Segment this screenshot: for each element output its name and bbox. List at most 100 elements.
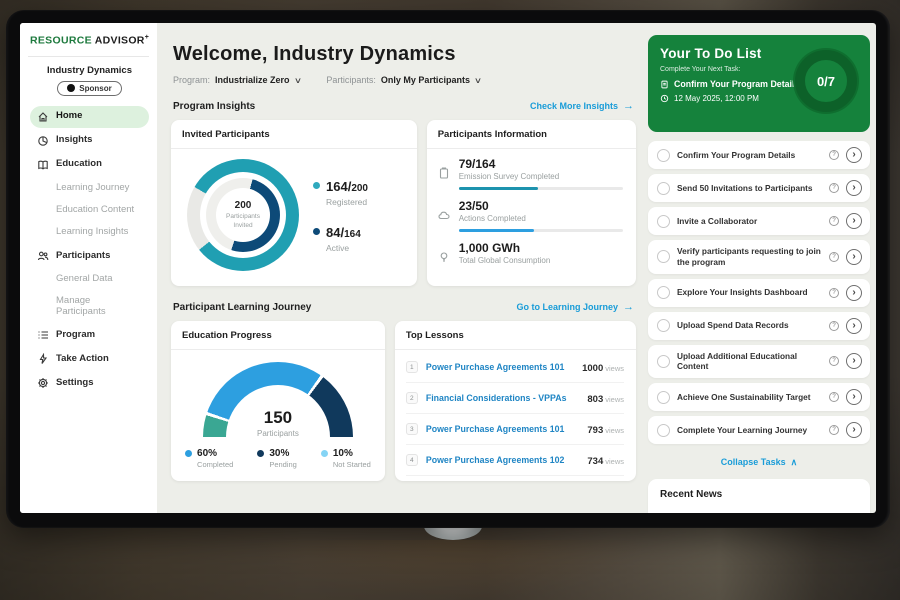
program-filter[interactable]: Program: Industrialize Zero ∨	[173, 75, 300, 85]
task-row-explore-insights[interactable]: Explore Your Insights Dashboard ? ›	[648, 279, 870, 307]
sidebar-item-general-data[interactable]: General Data	[30, 269, 149, 289]
gauge-legend: 60%Completed 30%Pending 10%Not Started	[185, 448, 371, 469]
lesson-views: 734	[587, 456, 603, 467]
todo-progress-ring: 0/7	[795, 50, 857, 112]
participants-filter[interactable]: Participants: Only My Participants ∨	[326, 75, 480, 85]
chevron-right-button[interactable]: ›	[846, 213, 862, 229]
help-icon[interactable]: ?	[829, 252, 839, 262]
chevron-right-button[interactable]: ›	[846, 180, 862, 196]
help-icon[interactable]: ?	[829, 321, 839, 331]
sidebar-item-participants[interactable]: Participants	[30, 245, 149, 267]
task-row-verify-participants[interactable]: Verify participants requesting to join t…	[648, 240, 870, 274]
chevron-right-button[interactable]: ›	[846, 285, 862, 301]
chevron-right-button[interactable]: ›	[846, 353, 862, 369]
legend-registered: 164/200 Registered	[313, 178, 368, 207]
sidebar-item-insights[interactable]: Insights	[30, 130, 149, 152]
top-lessons-card: Top Lessons 1 Power Purchase Agreements …	[395, 321, 636, 481]
sidebar-item-label: Settings	[56, 378, 93, 388]
checkbox-icon[interactable]	[657, 355, 670, 368]
sidebar-item-settings[interactable]: Settings	[30, 372, 149, 394]
desk-glow	[250, 540, 650, 600]
brand-logo: RESOURCE ADVISOR+	[30, 34, 149, 47]
help-icon[interactable]: ?	[829, 288, 839, 298]
chevron-up-icon: ∧	[791, 457, 798, 468]
help-icon[interactable]: ?	[829, 216, 839, 226]
help-icon[interactable]: ?	[829, 150, 839, 160]
progress-bar	[459, 229, 623, 232]
help-icon[interactable]: ?	[829, 356, 839, 366]
sidebar-item-label: Manage Participants	[56, 296, 142, 317]
lesson-link[interactable]: Power Purchase Agreements 101	[426, 424, 580, 434]
go-to-learning-journey-link[interactable]: Go to Learning Journey →	[516, 301, 634, 313]
sponsor-icon	[67, 84, 75, 92]
checkbox-icon[interactable]	[657, 319, 670, 332]
link-label: Collapse Tasks	[721, 457, 786, 467]
views-suffix: views	[605, 395, 624, 404]
todo-header-card: Your To Do List Complete Your Next Task:…	[648, 35, 870, 132]
card-title: Education Progress	[171, 321, 385, 350]
monitor-bezel: RESOURCE ADVISOR+ Industry Dynamics Spon…	[6, 10, 890, 528]
recent-news-card: Recent News	[648, 479, 870, 513]
stat-value: 23/50	[459, 199, 623, 213]
gauge-center-value: 150	[203, 408, 353, 428]
legend-label: Registered	[326, 197, 368, 207]
legend-total: 164	[344, 229, 361, 240]
checkbox-icon[interactable]	[657, 182, 670, 195]
arrow-right-icon: →	[623, 100, 634, 112]
sidebar-item-education-content[interactable]: Education Content	[30, 200, 149, 220]
legend-dot	[185, 450, 192, 457]
sidebar-item-program[interactable]: Program	[30, 324, 149, 346]
sidebar-item-label: Learning Journey	[56, 183, 129, 193]
sidebar-item-label: Home	[56, 111, 82, 121]
legend-dot	[321, 450, 328, 457]
recent-news-title: Recent News	[660, 489, 858, 500]
sidebar-item-learning-insights[interactable]: Learning Insights	[30, 222, 149, 242]
legend-dot	[313, 182, 320, 189]
sidebar-item-label: Education	[56, 159, 102, 169]
lesson-link[interactable]: Power Purchase Agreements 102	[426, 455, 580, 465]
lesson-row: 4 Power Purchase Agreements 102 734views	[406, 445, 624, 476]
participants-information-card: Participants Information 79/164 Emission…	[427, 120, 636, 286]
task-row-upload-spend-data[interactable]: Upload Spend Data Records ? ›	[648, 312, 870, 340]
chevron-right-button[interactable]: ›	[846, 249, 862, 265]
help-icon[interactable]: ?	[829, 425, 839, 435]
lesson-views: 793	[587, 425, 603, 436]
task-row-upload-educational-content[interactable]: Upload Additional Educational Content ? …	[648, 345, 870, 379]
sidebar-item-label: Insights	[56, 135, 92, 145]
chevron-right-button[interactable]: ›	[846, 318, 862, 334]
lesson-row: 3 Power Purchase Agreements 101 793views	[406, 414, 624, 445]
action-icon	[37, 353, 49, 365]
task-row-complete-learning-journey[interactable]: Complete Your Learning Journey ? ›	[648, 416, 870, 444]
task-row-send-invitations[interactable]: Send 50 Invitations to Participants ? ›	[648, 174, 870, 202]
help-icon[interactable]: ?	[829, 183, 839, 193]
task-row-achieve-target[interactable]: Achieve One Sustainability Target ? ›	[648, 383, 870, 411]
check-more-insights-link[interactable]: Check More Insights →	[530, 100, 634, 112]
sidebar-item-learning-journey[interactable]: Learning Journey	[30, 178, 149, 198]
help-icon[interactable]: ?	[829, 392, 839, 402]
stat-actions-completed: 23/50 Actions Completed	[438, 199, 623, 232]
checkbox-icon[interactable]	[657, 391, 670, 404]
checkbox-icon[interactable]	[657, 424, 670, 437]
education-gauge-chart: 150 Participants	[203, 362, 353, 438]
checkbox-icon[interactable]	[657, 149, 670, 162]
chevron-right-button[interactable]: ›	[846, 422, 862, 438]
chevron-right-button[interactable]: ›	[846, 147, 862, 163]
legend-label: Pending	[269, 460, 297, 469]
checkbox-icon[interactable]	[657, 215, 670, 228]
main-content: Welcome, Industry Dynamics Program: Indu…	[157, 23, 648, 513]
sidebar-item-education[interactable]: Education	[30, 154, 149, 176]
task-row-confirm-program[interactable]: Confirm Your Program Details ? ›	[648, 141, 870, 169]
chevron-right-button[interactable]: ›	[846, 389, 862, 405]
checkbox-icon[interactable]	[657, 286, 670, 299]
checkbox-icon[interactable]	[657, 250, 670, 263]
sidebar-item-label: Learning Insights	[56, 227, 128, 237]
sidebar-item-take-action[interactable]: Take Action	[30, 348, 149, 370]
lesson-link[interactable]: Financial Considerations - VPPAs	[426, 393, 580, 403]
lesson-link[interactable]: Power Purchase Agreements 101	[426, 362, 574, 372]
sidebar-item-manage-participants[interactable]: Manage Participants	[30, 291, 149, 322]
task-row-invite-collaborator[interactable]: Invite a Collaborator ? ›	[648, 207, 870, 235]
collapse-tasks-link[interactable]: Collapse Tasks ∧	[721, 457, 797, 468]
sidebar-item-home[interactable]: Home	[30, 106, 149, 128]
sponsor-badge[interactable]: Sponsor	[57, 81, 121, 96]
gear-icon	[37, 377, 49, 389]
